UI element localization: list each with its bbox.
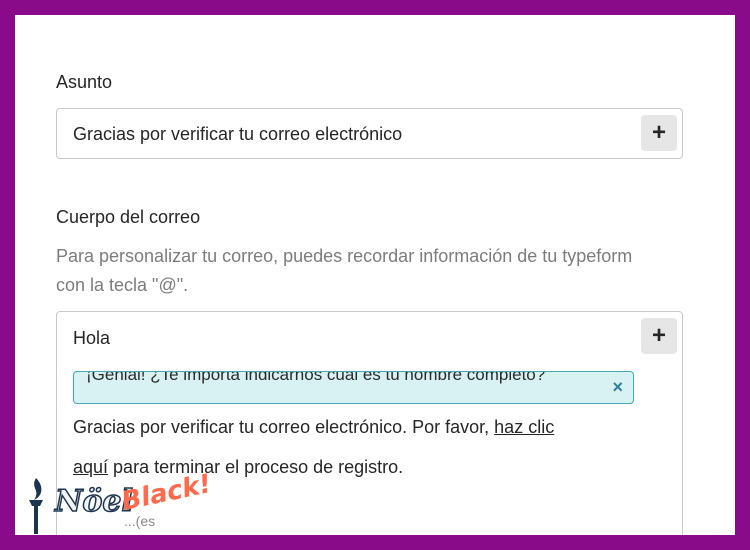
torch-icon	[29, 478, 43, 534]
subject-value[interactable]: Gracias por verificar tu correo electrón…	[73, 124, 402, 145]
recall-tag-text: ¡Genial! ¿Te importa indicarnos cuál es …	[86, 371, 546, 384]
register-link[interactable]: haz clic	[494, 417, 554, 437]
recall-tag[interactable]: ¡Genial! ¿Te importa indicarnos cuál es …	[73, 371, 634, 404]
plus-icon: +	[651, 119, 666, 146]
subject-label: Asunto	[56, 72, 113, 92]
register-link-continued[interactable]: aquí	[73, 457, 108, 477]
body-greeting[interactable]: Hola	[73, 328, 110, 349]
body-line-2-text: para terminar el proceso de registro.	[108, 457, 404, 477]
email-settings-panel: Asunto Gracias por verificar tu correo e…	[15, 15, 735, 535]
body-label: Cuerpo del correo	[56, 207, 201, 227]
body-insert-button[interactable]: +	[641, 318, 677, 354]
body-line-1[interactable]: Gracias por verificar tu correo electrón…	[73, 417, 554, 438]
body-line-2[interactable]: aquí para terminar el proceso de registr…	[73, 457, 403, 478]
logo-word-black: Black!	[118, 468, 214, 518]
subject-insert-button[interactable]: +	[641, 115, 677, 151]
close-icon[interactable]: ×	[612, 377, 623, 398]
subject-field[interactable]: Gracias por verificar tu correo electrón…	[56, 108, 683, 159]
noel-black-logo: Nöel Black! ...(es	[21, 469, 214, 535]
body-help-text: Para personalizar tu correo, puedes reco…	[56, 246, 633, 295]
body-line-1-text: Gracias por verificar tu correo electrón…	[73, 417, 495, 437]
plus-icon: +	[651, 322, 666, 349]
partial-body-text: ...(es	[124, 513, 156, 529]
